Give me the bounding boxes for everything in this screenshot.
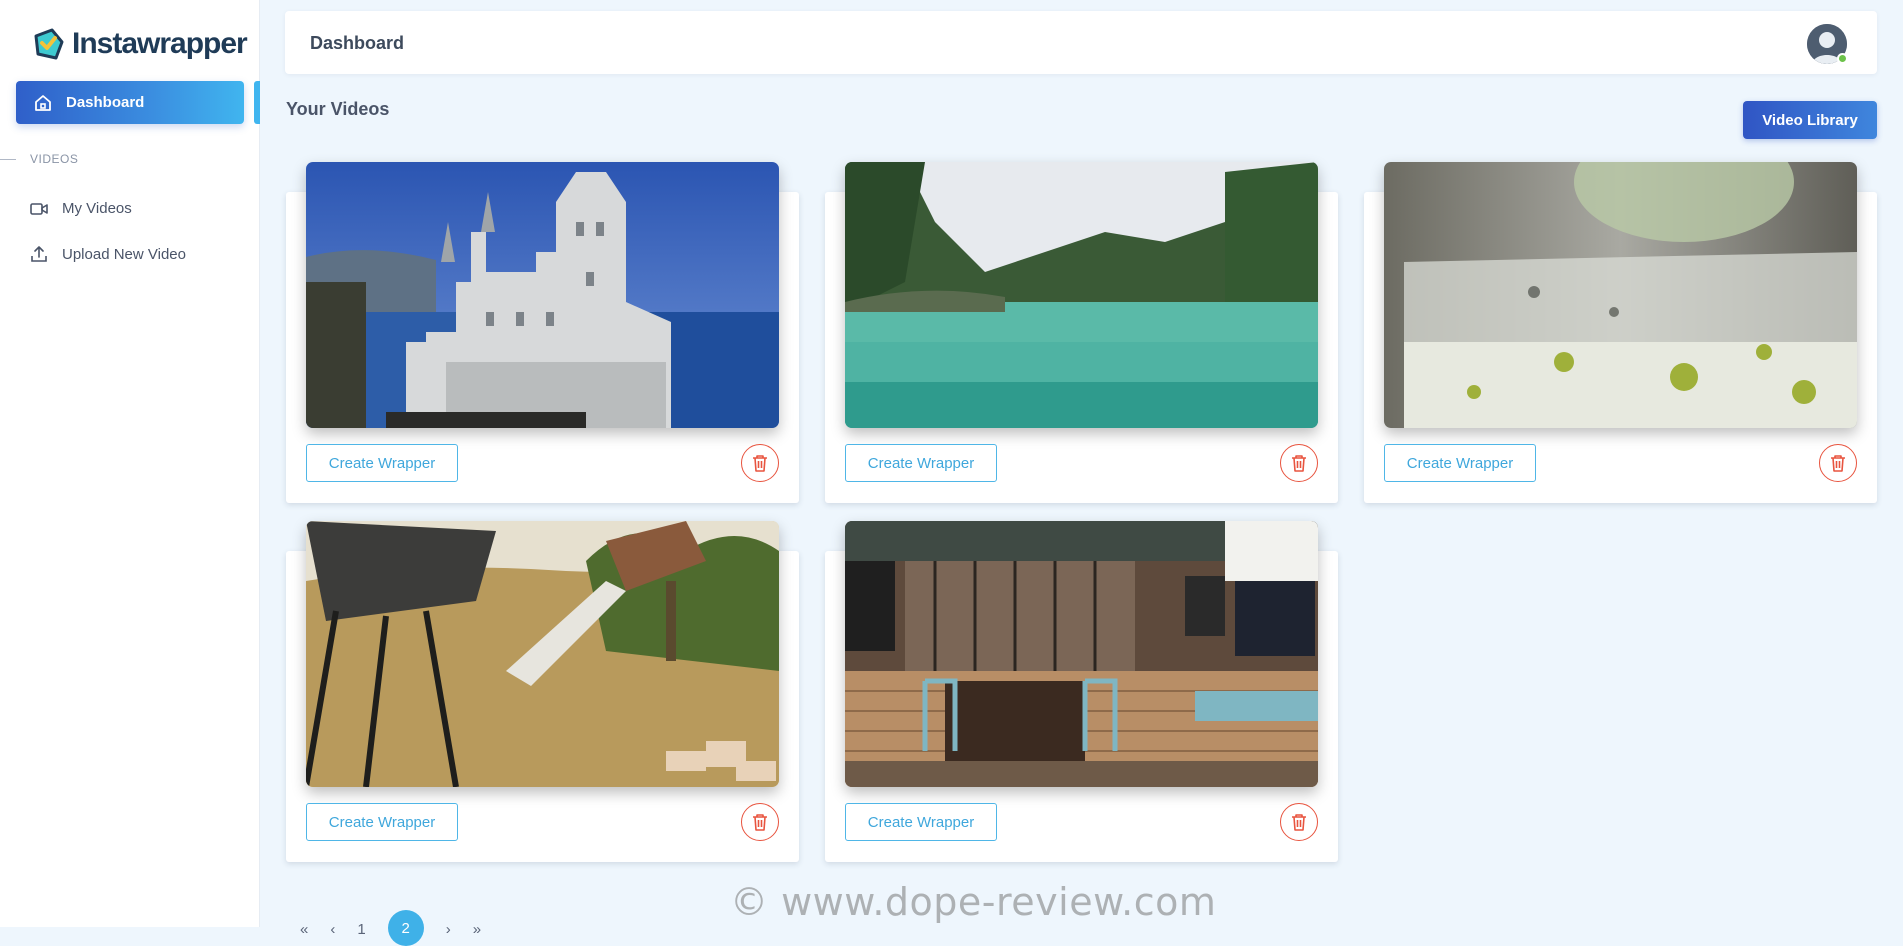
sidebar-item-upload[interactable]: Upload New Video <box>30 245 186 263</box>
home-icon <box>35 94 51 111</box>
sidebar-item-label: Dashboard <box>66 94 145 111</box>
brand-logo[interactable]: Instawrapper <box>30 24 248 64</box>
delete-button[interactable] <box>741 444 779 482</box>
page-title: Dashboard <box>310 33 405 53</box>
pagination-last[interactable]: » <box>473 921 481 938</box>
delete-button[interactable] <box>741 803 779 841</box>
create-wrapper-button[interactable]: Create Wrapper <box>845 803 997 841</box>
sidebar-item-my-videos[interactable]: My Videos <box>30 200 132 217</box>
create-wrapper-button[interactable]: Create Wrapper <box>845 444 997 482</box>
sidebar-item-dashboard[interactable]: Dashboard <box>16 81 244 124</box>
pagination-first[interactable]: « <box>300 921 308 938</box>
pagination: « ‹ 1 2 › » <box>300 910 481 946</box>
pagination-next[interactable]: › <box>446 921 451 938</box>
sidebar: Instawrapper Dashboard VIDEOS My Videos … <box>0 0 260 927</box>
top-bar: Dashboard <box>285 11 1877 74</box>
section-label: VIDEOS <box>30 152 79 166</box>
sidebar-item-label: Upload New Video <box>62 245 186 263</box>
video-thumbnail[interactable] <box>306 521 779 787</box>
sidebar-section-videos: VIDEOS <box>0 152 78 166</box>
create-wrapper-button[interactable]: Create Wrapper <box>306 803 458 841</box>
create-wrapper-button[interactable]: Create Wrapper <box>1384 444 1536 482</box>
delete-button[interactable] <box>1819 444 1857 482</box>
online-status-dot <box>1837 53 1848 64</box>
delete-button[interactable] <box>1280 444 1318 482</box>
trash-icon <box>753 814 767 831</box>
active-indicator <box>254 81 260 124</box>
logo-icon <box>34 28 64 60</box>
pagination-page-2[interactable]: 2 <box>387 910 424 946</box>
trash-icon <box>753 455 767 472</box>
trash-icon <box>1292 455 1306 472</box>
create-wrapper-button[interactable]: Create Wrapper <box>306 444 458 482</box>
trash-icon <box>1292 814 1306 831</box>
pagination-prev[interactable]: ‹ <box>330 921 335 938</box>
section-divider <box>0 158 16 160</box>
upload-icon <box>31 246 47 262</box>
video-thumbnail[interactable] <box>845 162 1318 428</box>
video-library-button[interactable]: Video Library <box>1743 101 1877 139</box>
brand-name: Instawrapper <box>72 27 248 60</box>
pagination-page-1[interactable]: 1 <box>357 921 365 938</box>
sidebar-item-label: My Videos <box>62 200 132 217</box>
trash-icon <box>1831 455 1845 472</box>
watermark: © www.dope-review.com <box>730 880 1217 924</box>
section-heading: Your Videos <box>286 99 390 119</box>
video-thumbnail[interactable] <box>306 162 779 428</box>
video-thumbnail[interactable] <box>1384 162 1857 428</box>
video-camera-icon <box>30 202 48 215</box>
video-thumbnail[interactable] <box>845 521 1318 787</box>
delete-button[interactable] <box>1280 803 1318 841</box>
